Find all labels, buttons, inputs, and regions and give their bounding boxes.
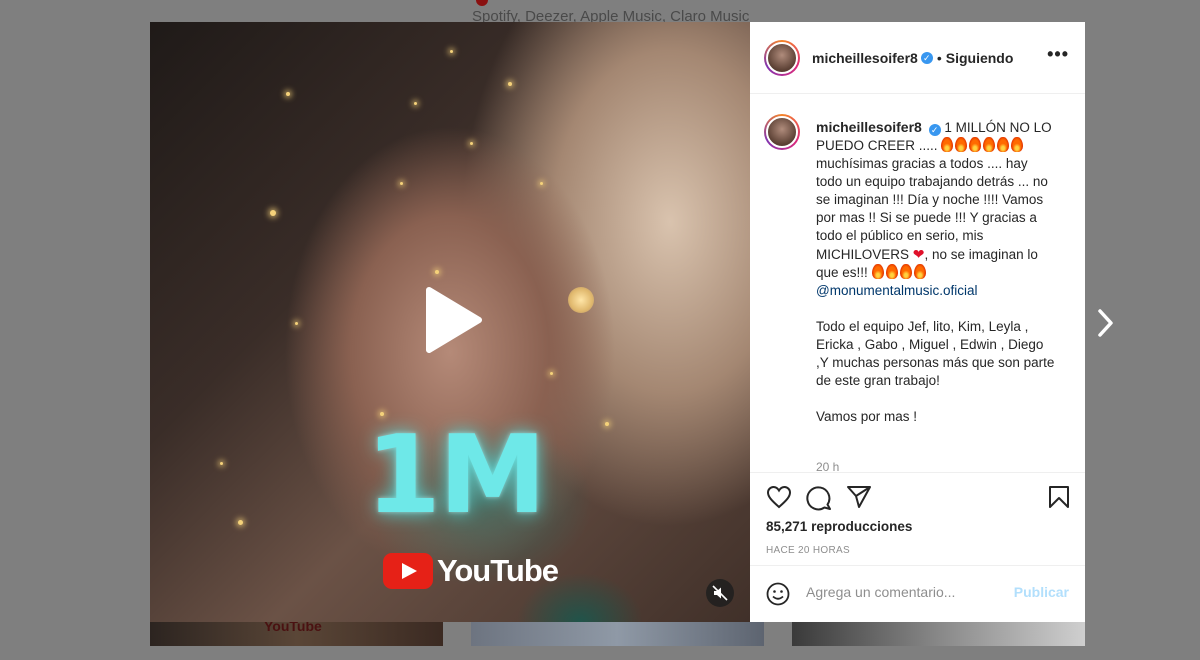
share-icon[interactable] <box>846 485 872 509</box>
fire-emoji-icon <box>983 137 996 152</box>
verified-badge-icon: ✓ <box>928 124 941 136</box>
views-number: 85,271 <box>766 519 808 534</box>
bookmark-icon[interactable] <box>1048 485 1070 509</box>
youtube-play-icon <box>383 553 433 589</box>
sparkle <box>470 142 473 145</box>
views-label: reproducciones <box>811 519 913 534</box>
overlay-milestone-text: 1M <box>365 413 547 538</box>
sparkle <box>550 372 553 375</box>
fire-emoji-icon <box>885 264 898 279</box>
background-thumbnail-text: YouTube <box>264 622 322 634</box>
sparkle <box>400 182 403 185</box>
sparkle <box>414 102 417 105</box>
background-thumbnail[interactable] <box>471 622 764 646</box>
following-button[interactable]: Siguiendo <box>946 50 1014 66</box>
sparkle <box>540 182 543 185</box>
sparkle <box>605 422 609 426</box>
fire-emoji-icon <box>1011 137 1024 152</box>
sparkle <box>435 270 439 274</box>
sparkle <box>238 520 243 525</box>
post-timestamp[interactable]: HACE 20 HORAS <box>766 545 850 556</box>
background-thumbnail[interactable] <box>792 622 1085 646</box>
publish-button[interactable]: Publicar <box>1014 584 1069 600</box>
sparkle <box>450 50 453 53</box>
caption-text: micheillesoifer8 ✓ 1 MILLÓN NO LO PUEDO … <box>816 118 1056 444</box>
fire-emoji-icon <box>913 264 926 279</box>
sparkle <box>508 82 512 86</box>
fire-emoji-icon <box>969 137 982 152</box>
background-icon <box>476 0 488 6</box>
sparkle <box>295 322 298 325</box>
smiley-icon[interactable] <box>766 582 790 606</box>
caption-username-link[interactable]: micheillesoifer8 <box>816 119 922 135</box>
sparkle <box>270 210 276 216</box>
caption: micheillesoifer8 ✓ 1 MILLÓN NO LO PUEDO … <box>764 114 1064 474</box>
fire-emoji-icon <box>941 137 954 152</box>
sparkle <box>220 462 223 465</box>
fire-emoji-icon <box>955 137 968 152</box>
chevron-right-icon[interactable] <box>1096 308 1116 338</box>
comment-icon[interactable] <box>806 485 832 511</box>
background-thumbnail[interactable]: YouTube <box>150 622 443 646</box>
view-count[interactable]: 85,271 reproducciones <box>766 519 912 534</box>
fire-emoji-icon <box>997 137 1010 152</box>
fire-emoji-icon <box>899 264 912 279</box>
more-options-icon[interactable]: ••• <box>1047 44 1069 65</box>
youtube-logo-text: YouTube <box>437 553 559 588</box>
comment-input[interactable] <box>806 584 1006 600</box>
heart-icon[interactable] <box>766 485 792 509</box>
sparkle <box>286 92 290 96</box>
fire-emoji-icon <box>871 264 884 279</box>
post-modal: 1M YouTube micheillesoifer8 ✓ • Siguiend… <box>150 22 1085 622</box>
post-header: micheillesoifer8 ✓ • Siguiendo ••• <box>750 22 1085 94</box>
separator: • <box>936 49 942 66</box>
comment-form: Publicar <box>750 565 1085 622</box>
caption-paragraph: Vamos por mas ! <box>816 409 918 424</box>
youtube-logo: YouTube <box>383 553 559 589</box>
muted-speaker-icon[interactable] <box>706 579 734 607</box>
avatar[interactable] <box>764 114 800 150</box>
play-icon[interactable] <box>421 286 485 354</box>
username-link[interactable]: micheillesoifer8 <box>812 50 918 66</box>
heart-emoji-icon: ❤ <box>912 246 925 262</box>
avatar[interactable] <box>764 39 800 76</box>
mention-link[interactable]: @monumentalmusic.oficial <box>816 283 978 298</box>
post-video[interactable]: 1M YouTube <box>150 22 750 622</box>
post-actions: 85,271 reproducciones HACE 20 HORAS <box>750 472 1085 573</box>
verified-badge-icon: ✓ <box>920 51 933 64</box>
post-side-panel: micheillesoifer8 ✓ • Siguiendo ••• miche… <box>750 22 1085 622</box>
caption-paragraph: Todo el equipo Jef, lito, Kim, Leyla , E… <box>816 319 1055 388</box>
light-bokeh <box>568 287 594 313</box>
